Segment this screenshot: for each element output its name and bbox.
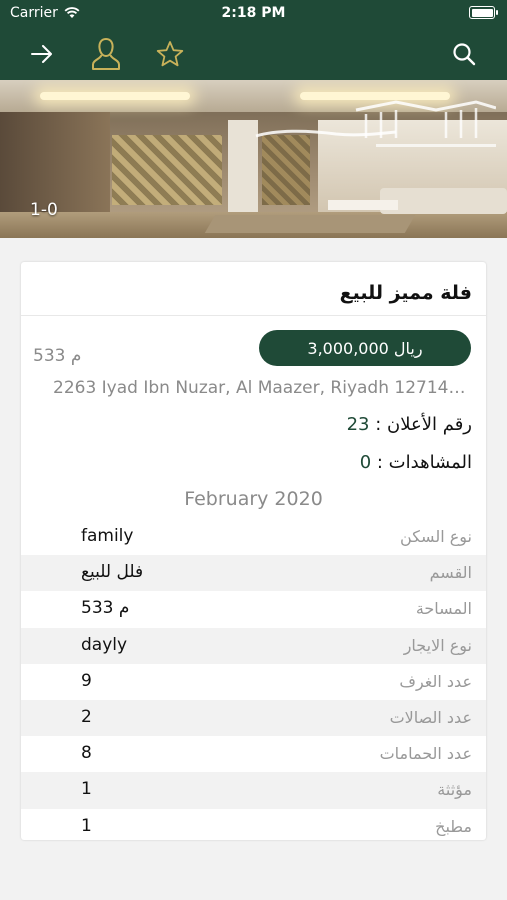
spec-label: المساحة	[415, 599, 472, 619]
watermark-logo	[255, 100, 496, 147]
listing-title: فلة مميز للبيع	[339, 282, 472, 304]
table-row: نوع الايجار dayly	[21, 627, 486, 664]
ad-number-label: رقم الأعلان :	[369, 414, 472, 435]
spec-value: 2	[81, 706, 92, 727]
spec-value: 9	[81, 670, 92, 691]
listing-address[interactable]: 2263 Iyad Ibn Nuzar, Al Maazer, Riyadh 1…	[53, 378, 473, 398]
photo-table	[328, 200, 398, 210]
photo-light	[40, 92, 190, 100]
table-row: مؤثثة 1	[21, 772, 486, 809]
listing-area: 533 م	[33, 346, 82, 366]
back-arrow-button[interactable]	[25, 37, 59, 71]
status-time: 2:18 PM	[221, 5, 286, 21]
photo-rug	[204, 215, 416, 233]
views-value: 0	[359, 452, 372, 473]
spec-value: فلل للبيع	[81, 562, 144, 583]
photo-wall	[0, 112, 110, 212]
battery-icon	[469, 6, 498, 19]
listing-card: فلة مميز للبيع 3,000,000 ريال 533 م 2263…	[21, 262, 486, 840]
spec-label: نوع السكن	[400, 527, 472, 546]
price-badge: 3,000,000 ريال	[259, 330, 471, 366]
photo-gallery[interactable]: 1-0	[0, 80, 507, 238]
spec-label: مطبخ	[435, 816, 472, 836]
table-row: عدد الصالات 2	[21, 699, 486, 737]
spec-value: family	[81, 526, 134, 546]
listing-date: February 2020	[184, 488, 323, 510]
photo-sofa	[380, 188, 507, 214]
ad-number-value: 23	[346, 414, 370, 435]
nav-bar	[0, 28, 507, 80]
photo-screen	[112, 135, 222, 205]
profile-button[interactable]	[89, 37, 123, 71]
spec-label: عدد الحمامات	[379, 744, 472, 764]
spec-label: نوع الايجار	[403, 635, 472, 655]
divider	[21, 315, 486, 316]
table-row: مطبخ 1	[21, 809, 486, 841]
spec-value: 1	[81, 815, 92, 836]
status-bar: Carrier 2:18 PM	[0, 0, 507, 28]
spec-value: 8	[81, 743, 92, 764]
photo-light	[300, 92, 450, 100]
views-label: المشاهدات :	[371, 452, 472, 473]
spec-value: 1	[81, 779, 92, 800]
gallery-counter: 1-0	[30, 200, 58, 220]
favorite-button[interactable]	[153, 37, 187, 71]
table-row: القسم فلل للبيع	[21, 555, 486, 592]
table-row: نوع السكن family	[21, 519, 486, 555]
table-row: عدد الغرف 9	[21, 664, 486, 700]
spec-label: عدد الغرف	[399, 671, 472, 691]
spec-label: مؤثثة	[437, 780, 472, 800]
views-line: المشاهدات : 0	[360, 452, 472, 473]
search-button[interactable]	[447, 37, 481, 71]
spec-label: عدد الصالات	[389, 707, 472, 727]
user-icon	[92, 37, 120, 70]
arrow-right-icon	[31, 45, 52, 63]
specs-table: نوع السكن family القسم فلل للبيع المساحة…	[21, 519, 486, 840]
ad-number-line: رقم الأعلان : 23	[347, 414, 472, 435]
spec-value: dayly	[81, 634, 128, 655]
table-row: عدد الحمامات 8	[21, 736, 486, 772]
star-icon	[156, 41, 184, 67]
table-row: المساحة 533 م	[21, 591, 486, 627]
spec-label: القسم	[429, 563, 472, 583]
search-icon	[453, 43, 476, 66]
spec-value: 533 م	[81, 598, 130, 619]
